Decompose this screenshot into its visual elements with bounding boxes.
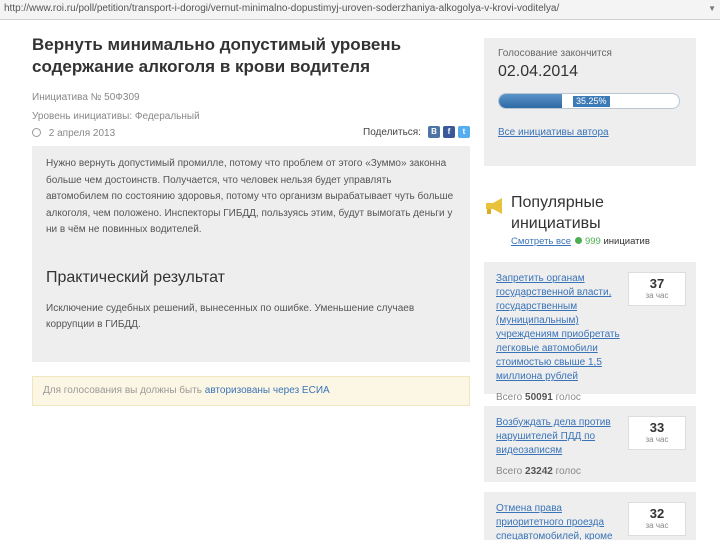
score-value: 32 [649, 506, 665, 521]
address-bar[interactable]: http://www.roi.ru/poll/petition/transpor… [0, 0, 720, 20]
see-all-link[interactable]: Смотреть все [511, 236, 571, 247]
popular-card-score: 32 за час [628, 502, 686, 536]
vk-icon[interactable]: В [428, 126, 440, 138]
author-initiatives-link[interactable]: Все инициативы автора [498, 127, 682, 138]
result-text: Исключение судебных решений, вынесенных … [46, 302, 415, 330]
total-unit: голос [555, 466, 581, 477]
auth-notice: Для голосования вы должны быть авторизов… [32, 376, 470, 406]
popular-card-score: 33 за час [628, 416, 686, 450]
popular-subline: Смотреть все 999 инициатив [511, 236, 650, 247]
dropdown-arrow-icon[interactable]: ▼ [708, 4, 716, 13]
total-value: 23242 [525, 466, 553, 477]
score-unit: за час [645, 435, 669, 444]
vote-end-label: Голосование закончится [498, 48, 612, 59]
initiatives-word: инициатив [603, 236, 650, 247]
popular-card: Возбуждать дела против нарушителей ПДД п… [484, 406, 696, 482]
petition-date: 2 апреля 2013 [48, 128, 116, 139]
popular-title: Популярные инициативы [511, 194, 604, 232]
progress-label: 35.25% [573, 96, 610, 107]
clock-icon [32, 128, 41, 137]
date-line: 2 апреля 2013 Поделиться: В f t [32, 126, 470, 142]
petition-number: Инициатива № 50Ф309 [32, 92, 140, 103]
total-value: 50091 [525, 392, 553, 403]
url-text[interactable]: http://www.roi.ru/poll/petition/transpor… [4, 3, 559, 14]
vote-end-date: 02.04.2014 [498, 63, 579, 80]
progress-fill [499, 94, 563, 108]
score-unit: за час [645, 291, 669, 300]
popular-card-title[interactable]: Возбуждать дела против нарушителей ПДД п… [496, 416, 622, 458]
total-unit: голос [555, 392, 581, 403]
twitter-icon[interactable]: t [458, 126, 470, 138]
auth-link[interactable]: авторизованы через ЕСИА [205, 385, 330, 396]
total-label: Всего [496, 466, 523, 477]
score-value: 33 [649, 420, 665, 435]
share-label: Поделиться: [363, 126, 421, 138]
megaphone-icon [486, 198, 502, 214]
status-dot-icon [574, 237, 582, 244]
petition-description: Нужно вернуть допустимый промилле, потом… [46, 158, 454, 235]
popular-header: Популярные инициативы Смотреть все 999 ин… [484, 192, 704, 248]
petition-content: Нужно вернуть допустимый промилле, потом… [32, 146, 470, 362]
popular-card: Отмена права приоритетного проезда спеца… [484, 492, 696, 540]
vote-panel: Голосование закончится 02.04.2014 35.25%… [484, 38, 696, 166]
page-title: Вернуть минимально допустимый уровень со… [32, 35, 402, 76]
popular-card-title[interactable]: Отмена права приоритетного проезда спеца… [496, 502, 622, 540]
popular-card-title[interactable]: Запретить органам государственной власти… [496, 272, 622, 384]
popular-card-score: 37 за час [628, 272, 686, 306]
score-value: 37 [649, 276, 665, 291]
vote-progress-bar: 35.25% [498, 93, 680, 109]
initiatives-count: 999 [584, 236, 601, 247]
result-heading: Практический результат [46, 268, 225, 286]
facebook-icon[interactable]: f [443, 126, 455, 138]
share-block: Поделиться: В f t [363, 126, 470, 138]
total-label: Всего [496, 392, 523, 403]
popular-card-total: Всего 23242 голос [496, 466, 684, 477]
petition-level: Уровень инициативы: Федеральный [32, 111, 200, 122]
popular-card: Запретить органам государственной власти… [484, 262, 696, 403]
popular-card-total: Всего 50091 голос [496, 392, 684, 403]
notice-text: Для голосования вы должны быть [43, 385, 205, 396]
score-unit: за час [645, 521, 669, 530]
